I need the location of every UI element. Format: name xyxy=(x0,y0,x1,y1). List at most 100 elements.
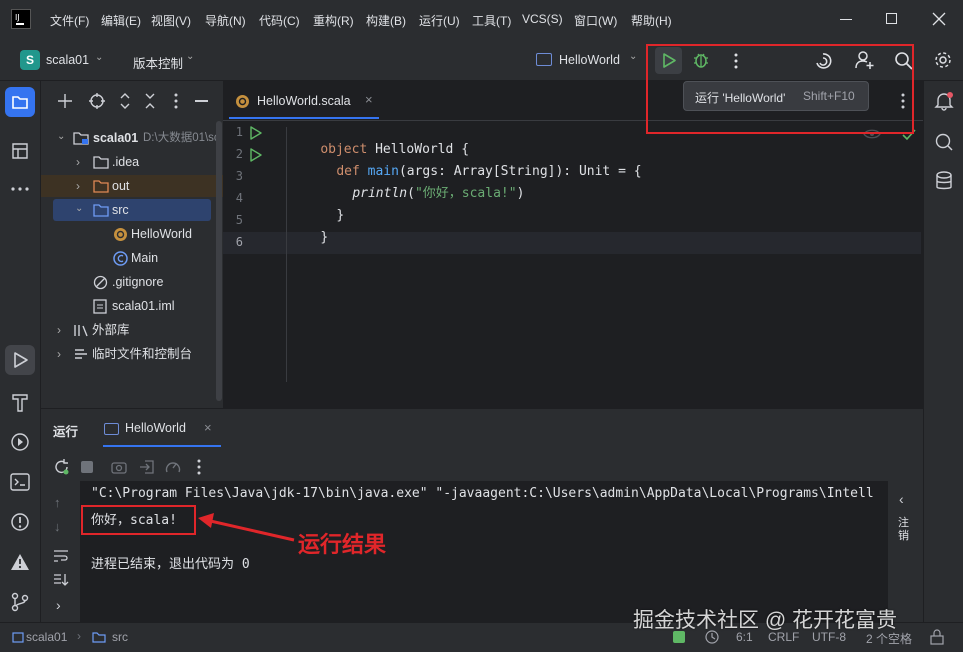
code-text: } xyxy=(336,208,345,223)
menu-build[interactable]: 构建(B) xyxy=(366,12,406,29)
tree-item-helloworld[interactable]: HelloWorld xyxy=(41,223,223,245)
structure-icon[interactable] xyxy=(11,142,29,160)
menu-view[interactable]: 视图(V) xyxy=(151,12,191,29)
menu-tools[interactable]: 工具(T) xyxy=(472,12,511,29)
project-badge: S xyxy=(20,50,40,70)
chevron-right-icon: › xyxy=(76,179,80,193)
scroll-down-icon[interactable]: ↓ xyxy=(54,519,61,534)
scratches-icon xyxy=(75,349,87,359)
chevron-down-icon: ⌄ xyxy=(57,131,66,142)
tree-item-label: 临时文件和控制台 xyxy=(92,347,193,361)
logout-vertical-label[interactable]: 注销 xyxy=(898,517,912,543)
vcs-label: 版本控制 xyxy=(133,57,184,71)
menu-code[interactable]: 代码(C) xyxy=(259,12,300,29)
tree-item-external-libraries[interactable]: › 外部库 xyxy=(41,319,223,341)
menu-window[interactable]: 窗口(W) xyxy=(574,12,617,29)
code-line-3[interactable]: println("你好，scala!") xyxy=(321,167,524,221)
notifications-bell-icon[interactable] xyxy=(934,91,954,111)
menu-navigate[interactable]: 导航(N) xyxy=(205,12,246,29)
tree-root-path: D:\大数据01\sc xyxy=(143,132,220,144)
breadcrumb-project[interactable]: scala01 xyxy=(26,630,67,644)
breadcrumb-separator-icon: › xyxy=(77,629,81,643)
profiler-icon[interactable] xyxy=(165,459,181,475)
tree-item-scratches[interactable]: › 临时文件和控制台 xyxy=(41,343,223,365)
locate-file-icon[interactable] xyxy=(89,93,105,109)
terminal-icon[interactable] xyxy=(10,473,30,491)
tree-item-gitignore[interactable]: .gitignore xyxy=(41,271,223,293)
project-widget[interactable]: S scala01 ⌄ xyxy=(18,49,108,71)
line-number: 1 xyxy=(235,125,243,139)
lock-icon[interactable] xyxy=(930,629,944,645)
editor-tab-helloworld[interactable]: HelloWorld.scala × xyxy=(229,89,379,115)
add-icon[interactable] xyxy=(58,94,72,108)
folder-icon xyxy=(93,156,109,169)
tree-item-label: .idea xyxy=(112,155,140,169)
right-tool-stripe xyxy=(923,81,963,622)
close-tab-icon[interactable]: × xyxy=(204,420,212,435)
annotation-label: 运行结果 xyxy=(298,532,387,557)
scala-object-icon xyxy=(114,228,127,241)
tree-item-main[interactable]: Main xyxy=(41,247,223,269)
scroll-to-end-icon[interactable] xyxy=(53,573,69,587)
tree-item-idea[interactable]: › .idea xyxy=(41,151,223,173)
ai-chat-icon[interactable] xyxy=(934,132,954,152)
services-icon[interactable] xyxy=(10,432,30,452)
project-folder-icon[interactable] xyxy=(5,87,35,117)
chevron-down-icon: ⌄ xyxy=(629,51,638,62)
watermark: 掘金技术社区 @ 花开花富贵 xyxy=(633,609,897,632)
warning-icon[interactable] xyxy=(10,553,30,571)
minimize-icon[interactable] xyxy=(840,19,852,20)
database-icon[interactable] xyxy=(935,171,953,191)
gutter-run-icon[interactable] xyxy=(250,126,262,140)
collapse-all-icon[interactable] xyxy=(144,93,156,109)
breadcrumb-src[interactable]: src xyxy=(112,630,128,644)
chevron-right-icon: › xyxy=(57,347,61,361)
tree-scrollbar[interactable] xyxy=(216,121,222,401)
more-tools-icon[interactable] xyxy=(11,186,29,192)
soft-wrap-icon[interactable] xyxy=(53,549,69,563)
git-branch-icon[interactable] xyxy=(11,592,29,612)
menu-edit[interactable]: 编辑(E) xyxy=(101,12,141,29)
svg-text:IJ: IJ xyxy=(15,13,20,22)
menu-vcs[interactable]: VCS(S) xyxy=(522,12,563,26)
tree-item-label: 外部库 xyxy=(92,323,130,337)
options-icon[interactable] xyxy=(173,93,179,109)
intellij-logo-icon[interactable]: IJ xyxy=(11,9,31,29)
tree-item-src[interactable]: ⌄ src xyxy=(53,199,211,221)
menu-help[interactable]: 帮助(H) xyxy=(631,12,672,29)
expand-all-icon[interactable] xyxy=(119,93,131,109)
rerun-icon[interactable] xyxy=(54,459,70,475)
run-tab-helloworld[interactable]: HelloWorld × xyxy=(103,413,223,447)
menu-file[interactable]: 文件(F) xyxy=(50,12,89,29)
screenshot-camera-icon[interactable] xyxy=(111,460,127,474)
run-console[interactable]: "C:\Program Files\Java\jdk-17\bin\java.e… xyxy=(80,481,888,622)
tree-item-out[interactable]: › out xyxy=(41,175,223,197)
code-text: ) xyxy=(516,186,525,201)
vcs-widget[interactable]: 版本控制 ⌄ xyxy=(133,51,203,71)
chevron-down-icon: ⌄ xyxy=(186,51,195,62)
run-tool-icon[interactable] xyxy=(5,345,35,375)
import-icon[interactable] xyxy=(139,459,155,475)
expand-chevron-icon[interactable]: › xyxy=(56,597,61,613)
code-line-5[interactable]: } xyxy=(289,211,328,265)
settings-gear-icon[interactable] xyxy=(933,50,953,70)
close-tab-icon[interactable]: × xyxy=(365,92,373,107)
hide-panel-icon[interactable] xyxy=(195,100,208,102)
problems-icon[interactable] xyxy=(10,512,30,532)
gutter-run-icon[interactable] xyxy=(250,148,262,162)
menu-run[interactable]: 运行(U) xyxy=(419,12,460,29)
console-command-line: "C:\Program Files\Java\jdk-17\bin\java.e… xyxy=(91,486,874,501)
tree-item-iml[interactable]: scala01.iml xyxy=(41,295,223,317)
menu-refactor[interactable]: 重构(R) xyxy=(313,12,354,29)
right-collapse-chevron-icon[interactable]: ‹ xyxy=(899,491,904,507)
close-window-icon[interactable] xyxy=(932,12,946,26)
scroll-up-icon[interactable]: ↑ xyxy=(54,495,61,510)
maximize-icon[interactable] xyxy=(886,13,897,24)
run-more-icon[interactable] xyxy=(196,459,202,475)
run-config-selector[interactable]: HelloWorld ⌄ xyxy=(536,51,642,71)
annotation-arrow xyxy=(198,513,295,542)
stop-icon[interactable] xyxy=(81,461,93,473)
build-hammer-icon[interactable] xyxy=(11,392,29,412)
tree-root-scala01[interactable]: ⌄ scala01 D:\大数据01\sc xyxy=(41,127,223,149)
scala-class-icon xyxy=(113,251,128,266)
